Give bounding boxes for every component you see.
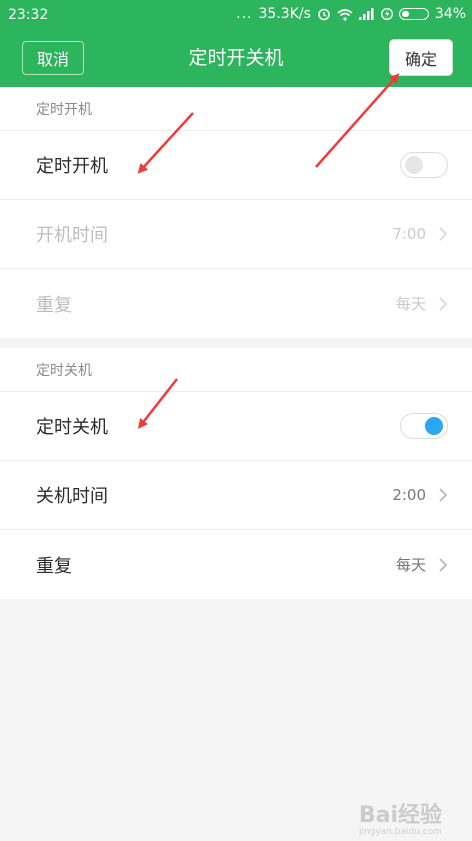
power-off-repeat-label: 重复 <box>36 555 72 577</box>
watermark: Bai经验 <box>358 803 442 828</box>
wifi-icon <box>337 8 353 21</box>
battery-icon <box>398 8 429 20</box>
section-header-power-off: 定时关机 <box>0 348 472 392</box>
power-off-repeat-value: 每天 <box>395 556 426 574</box>
power-on-repeat-label: 重复 <box>36 294 72 316</box>
status-bar: 23:32 ... 35.3K/s 34% <box>0 0 472 32</box>
power-off-toggle-row[interactable]: 定时关机 <box>0 392 472 461</box>
power-on-repeat-right: 每天 <box>396 293 448 314</box>
confirm-button[interactable]: 确定 <box>390 40 452 75</box>
power-on-time-value: 7:00 <box>392 225 426 243</box>
power-off-time-right: 2:00 <box>392 486 448 504</box>
power-off-time-row[interactable]: 关机时间 2:00 <box>0 461 472 530</box>
power-on-repeat-value: 每天 <box>395 295 426 313</box>
power-on-toggle-row[interactable]: 定时开机 <box>0 131 472 200</box>
status-right: ... 35.3K/s 34% <box>236 6 466 22</box>
alarm-icon <box>317 7 331 21</box>
toggle-knob <box>405 156 423 174</box>
power-on-time-label: 开机时间 <box>36 225 108 246</box>
power-off-toggle-label: 定时关机 <box>36 417 108 438</box>
power-off-repeat-right: 每天 <box>396 554 448 575</box>
nav-bar: 取消 定时开关机 确定 <box>0 32 472 87</box>
status-dots: ... <box>236 6 253 22</box>
charging-icon <box>380 7 393 21</box>
power-on-repeat-row[interactable]: 重复 每天 <box>0 269 472 338</box>
status-time: 23:32 <box>8 7 49 23</box>
chevron-right-icon <box>439 296 448 311</box>
power-off-repeat-row[interactable]: 重复 每天 <box>0 530 472 599</box>
power-on-toggle-label: 定时开机 <box>36 156 108 177</box>
battery-percent: 34% <box>434 6 466 22</box>
watermark-url: jingyan.baidu.com <box>358 827 442 837</box>
power-off-toggle[interactable] <box>400 413 448 439</box>
chevron-right-icon <box>439 488 448 502</box>
power-off-time-value: 2:00 <box>392 486 426 504</box>
network-speed: 35.3K/s <box>258 6 311 22</box>
power-on-toggle[interactable] <box>400 152 448 178</box>
power-off-time-label: 关机时间 <box>36 486 108 507</box>
chevron-right-icon <box>439 557 448 572</box>
signal-icon <box>358 8 375 20</box>
power-on-time-row[interactable]: 开机时间 7:00 <box>0 200 472 269</box>
top-bar: 23:32 ... 35.3K/s 34% 取消 定时开关机 确定 <box>0 0 472 87</box>
chevron-right-icon <box>439 227 448 241</box>
power-on-section: 定时开机 定时开机 开机时间 7:00 重复 每天 <box>0 87 472 338</box>
section-header-power-on: 定时开机 <box>0 87 472 131</box>
toggle-knob <box>425 417 443 435</box>
power-on-time-right: 7:00 <box>392 225 448 243</box>
battery-fill <box>401 11 410 17</box>
power-off-section: 定时关机 定时关机 关机时间 2:00 重复 每天 <box>0 348 472 599</box>
